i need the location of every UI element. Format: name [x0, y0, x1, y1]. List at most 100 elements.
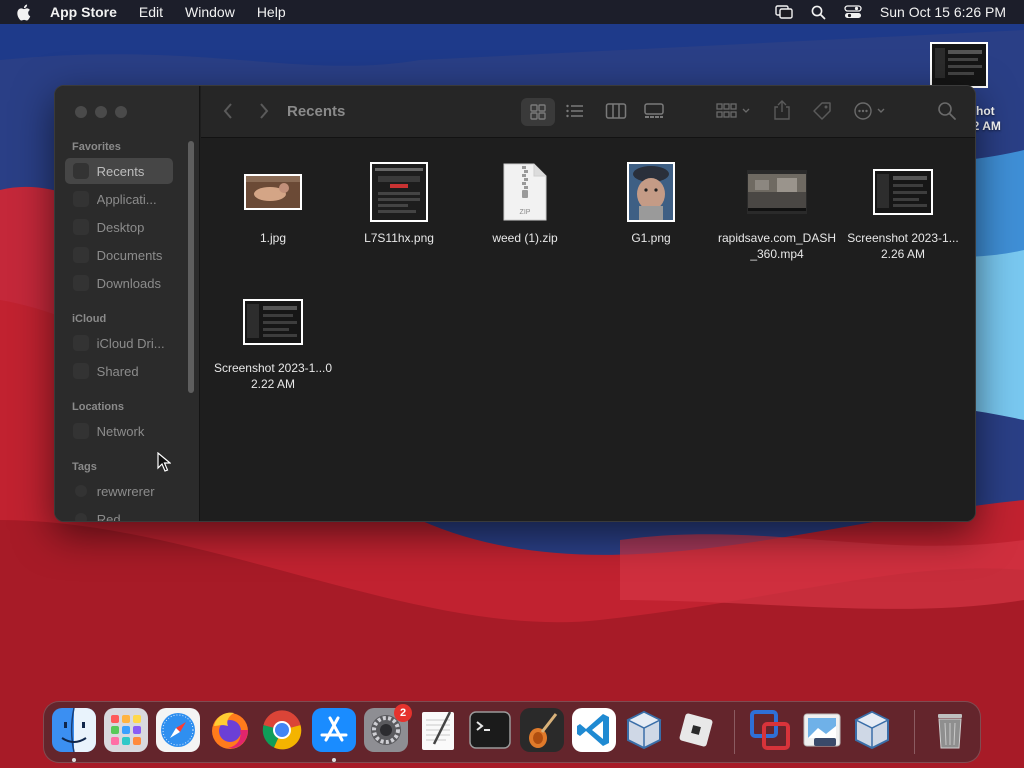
trash-dock-icon[interactable]: [928, 708, 972, 752]
sidebar-item-downloads[interactable]: Downloads: [65, 270, 173, 296]
spotlight-search-icon[interactable]: [811, 5, 826, 20]
file-item[interactable]: ZIP weed (1).zip: [463, 157, 587, 246]
gallery-view-icon[interactable]: [643, 101, 665, 126]
file-name: rapidsave.com_DASH_360.mp4: [717, 231, 837, 261]
sidebar-item-documents[interactable]: Documents: [65, 242, 173, 268]
sidebar-item-desktop[interactable]: Desktop: [65, 214, 173, 240]
textedit-dock-icon[interactable]: [416, 708, 460, 752]
finder-window: Favorites Recents Applicati... Desktop D…: [54, 85, 976, 522]
virtualbox-2-dock-icon[interactable]: [850, 708, 894, 752]
window-title: Recents: [287, 103, 346, 120]
more-actions-icon[interactable]: [853, 101, 889, 126]
sidebar-item-tag-rewwrerer[interactable]: rewwrerer: [65, 478, 173, 504]
screen-mirroring-icon[interactable]: [775, 5, 793, 19]
virtualbox-dock-icon[interactable]: [622, 708, 666, 752]
launchpad-dock-icon[interactable]: [104, 708, 148, 752]
search-icon[interactable]: [937, 101, 957, 126]
file-name: L7S11hx.png: [364, 231, 434, 245]
list-view-icon[interactable]: [565, 101, 585, 126]
menu-clock[interactable]: Sun Oct 15 6:26 PM: [880, 4, 1006, 20]
firefox-dock-icon[interactable]: [208, 708, 252, 752]
sidebar-item-tag-red[interactable]: Red: [65, 506, 173, 521]
dock-separator: [914, 710, 915, 754]
back-icon[interactable]: [221, 100, 235, 127]
menu-window[interactable]: Window: [185, 4, 235, 20]
sidebar-item-shared[interactable]: Shared: [65, 358, 173, 384]
icon-view-button[interactable]: [521, 98, 555, 126]
menu-help[interactable]: Help: [257, 4, 286, 20]
garageband-dock-icon[interactable]: [520, 708, 564, 752]
sidebar-section-icloud: iCloud: [72, 313, 107, 325]
file-name: 1.jpg: [259, 231, 287, 245]
tag-icon[interactable]: [811, 100, 833, 127]
control-center-icon[interactable]: [844, 5, 862, 19]
minimize-window-button[interactable]: [95, 106, 107, 118]
forward-icon[interactable]: [257, 100, 271, 127]
window-controls: [75, 106, 135, 118]
sidebar-item-icloud-drive[interactable]: iCloud Dri...: [65, 330, 173, 356]
tag-dot-icon: [75, 485, 87, 497]
system-preferences-dock-icon[interactable]: 2: [364, 704, 412, 752]
preview-dock-icon[interactable]: [800, 708, 844, 752]
clock-icon: [73, 163, 89, 179]
file-name: weed (1).zip: [492, 231, 558, 245]
finder-toolbar: Recents: [201, 86, 975, 138]
app-store-dock-icon[interactable]: [312, 708, 356, 752]
screenshot-thumbnail: [841, 157, 965, 227]
globe-icon: [73, 423, 89, 439]
file-name: Screenshot 2023-1...02.22 AM: [213, 361, 333, 391]
download-icon: [73, 275, 89, 291]
finder-dock-icon[interactable]: [52, 707, 96, 753]
parallels-dock-icon[interactable]: [748, 708, 792, 752]
desktop-screenshot-file[interactable]: hot 22 AM: [930, 42, 1024, 133]
image-thumbnail: [589, 157, 713, 227]
zip-file-icon: ZIP: [463, 157, 587, 227]
file-item[interactable]: rapidsave.com_DASH_360.mp4: [715, 157, 839, 262]
app-store-running-indicator: [332, 758, 336, 762]
zip-label: ZIP: [520, 209, 531, 216]
safari-dock-icon[interactable]: [156, 708, 200, 752]
dock-separator: [734, 710, 735, 754]
file-item[interactable]: 1.jpg: [211, 157, 335, 246]
document-icon: [73, 247, 89, 263]
menu-app-name[interactable]: App Store: [50, 4, 117, 20]
dock: 2: [43, 701, 981, 763]
sidebar-item-applications[interactable]: Applicati...: [65, 186, 173, 212]
vscode-dock-icon[interactable]: [572, 708, 616, 752]
notification-badge: 2: [394, 704, 412, 722]
menu-edit[interactable]: Edit: [139, 4, 163, 20]
close-window-button[interactable]: [75, 106, 87, 118]
image-thumbnail: [337, 157, 461, 227]
sidebar-section-favorites: Favorites: [72, 141, 121, 153]
video-thumbnail: [715, 157, 839, 227]
desktop-icon: [73, 219, 89, 235]
terminal-dock-icon[interactable]: [468, 708, 512, 752]
sidebar-item-recents[interactable]: Recents: [65, 158, 173, 184]
roblox-dock-icon[interactable]: [674, 708, 718, 752]
apple-menu-icon[interactable]: [16, 4, 36, 21]
file-item[interactable]: L7S11hx.png: [337, 157, 461, 246]
file-grid: 1.jpg L7S11hx.png ZIP weed (1).zip G1.pn…: [201, 139, 975, 521]
menu-bar: App Store Edit Window Help Sun Oct 15 6:…: [0, 0, 1024, 24]
file-item[interactable]: Screenshot 2023-1...02.22 AM: [211, 287, 335, 392]
screenshot-thumbnail: [211, 287, 335, 357]
file-item[interactable]: Screenshot 2023-1...2.26 AM: [841, 157, 965, 262]
sidebar-scrollbar[interactable]: [188, 141, 194, 393]
finder-sidebar: Favorites Recents Applicati... Desktop D…: [55, 86, 200, 521]
image-thumbnail: [211, 157, 335, 227]
chrome-dock-icon[interactable]: [260, 708, 304, 752]
mouse-cursor-icon: [157, 451, 172, 477]
file-name: Screenshot 2023-1...2.26 AM: [847, 231, 959, 261]
zoom-window-button[interactable]: [115, 106, 127, 118]
sidebar-section-tags: Tags: [72, 461, 97, 473]
applications-icon: [73, 191, 89, 207]
finder-running-indicator: [72, 758, 76, 762]
cloud-icon: [73, 335, 89, 351]
column-view-icon[interactable]: [605, 101, 627, 126]
sidebar-item-network[interactable]: Network: [65, 418, 173, 444]
file-item[interactable]: G1.png: [589, 157, 713, 246]
group-by-icon[interactable]: [715, 101, 753, 126]
share-icon[interactable]: [773, 99, 791, 126]
sidebar-section-locations: Locations: [72, 401, 124, 413]
tag-dot-icon: [75, 513, 87, 521]
